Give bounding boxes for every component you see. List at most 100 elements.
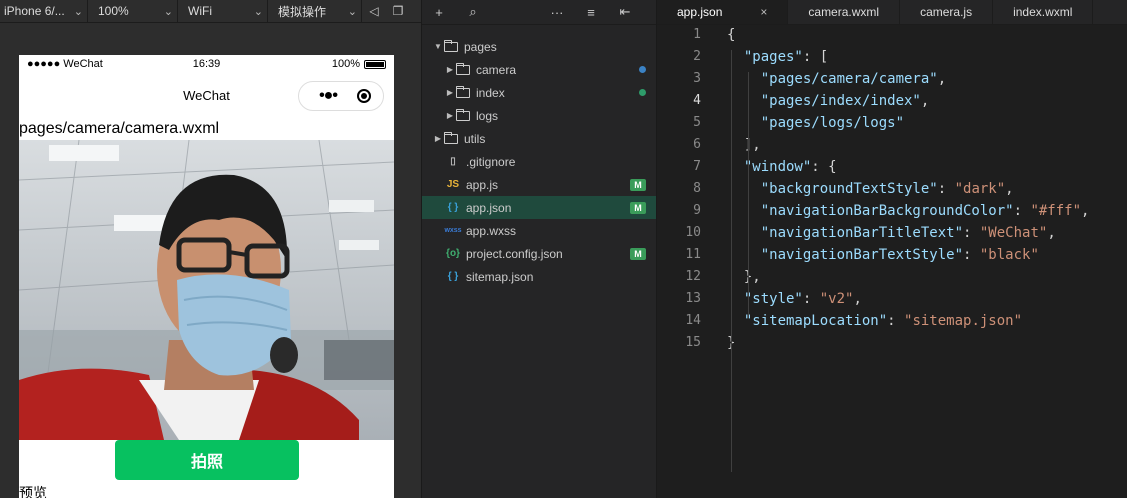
more-icon[interactable]: •●• — [299, 87, 357, 105]
chevron-right-icon: ▶ — [446, 88, 454, 97]
code-line: 11 "navigationBarTextStyle": "black" — [657, 244, 1127, 266]
chevron-right-icon: ▶ — [446, 65, 454, 74]
file-tree: ▼ pages ▶ camera ▶ index ▶ logs ▶ utils ▯ .gitignor… — [422, 35, 656, 288]
file-explorer: + ⌕ ··· ≡ ⇤ ▼ pages ▶ camera ▶ index ▶ logs ▶ uti… — [422, 0, 657, 498]
file-tree-item-label: pages — [464, 39, 497, 54]
add-file-icon[interactable]: + — [422, 5, 456, 20]
line-number: 3 — [693, 71, 701, 86]
line-number: 14 — [685, 313, 701, 328]
code-line: 3 "pages/camera/camera", — [657, 68, 1127, 90]
code-text: "window": { — [743, 159, 837, 175]
file-tree-item-label: utils — [464, 131, 486, 146]
chevron-right-icon: ▶ — [446, 111, 454, 120]
line-number: 1 — [693, 27, 701, 42]
folder-icon — [456, 85, 470, 98]
explorer-toolbar: + ⌕ ··· ≡ ⇤ — [422, 0, 656, 25]
git-status-dot — [639, 89, 646, 96]
window-icon[interactable]: ❐ — [386, 4, 410, 18]
js-file-icon: JS — [446, 179, 460, 190]
chevron-right-icon: ▶ — [434, 134, 442, 143]
close-icon[interactable]: × — [760, 5, 767, 19]
indent-guide — [731, 50, 732, 472]
git-modified-badge: M — [630, 247, 646, 260]
code-text: "pages/camera/camera", — [760, 71, 947, 87]
file-icon: ▯ — [450, 156, 456, 167]
operation-select[interactable]: 模拟操作 ⌄ — [268, 0, 362, 22]
editor-tab[interactable]: index.wxml — [993, 0, 1094, 24]
code-text: "navigationBarBackgroundColor": "#fff", — [760, 203, 1090, 219]
page-path-text: pages/camera/camera.wxml — [19, 120, 220, 137]
file-tree-item[interactable]: ▶ index — [422, 81, 656, 104]
file-tree-item-label: index — [476, 85, 505, 100]
close-miniprogram-icon[interactable] — [357, 89, 371, 103]
folder-icon — [456, 62, 470, 75]
chevron-down-icon: ⌄ — [347, 5, 357, 18]
simulator-toolbar: iPhone 6/... ⌄ 100% ⌄ WiFi ⌄ 模拟操作 ⌄ ◁ ❐ — [0, 0, 421, 23]
preview-label: 预览 — [19, 485, 47, 498]
file-tree-item-label: camera — [476, 62, 517, 77]
editor-tab[interactable]: camera.wxml — [788, 0, 901, 24]
file-tree-item-label: app.js — [466, 177, 499, 192]
nav-title: WeChat — [183, 88, 230, 103]
zoom-select[interactable]: 100% ⌄ — [88, 0, 178, 22]
editor-tab-label: camera.wxml — [808, 5, 880, 19]
collapse-icon[interactable]: ⇤ — [608, 4, 642, 20]
device-label: iPhone 6/... — [4, 4, 65, 18]
code-line: 4 "pages/index/index", — [657, 90, 1127, 112]
code-text: "pages": [ — [743, 49, 829, 65]
line-number: 11 — [685, 247, 701, 262]
file-tree-item-label: sitemap.json — [466, 269, 534, 284]
file-tree-item[interactable]: ▶ camera — [422, 58, 656, 81]
editor-tab[interactable]: camera.js — [900, 0, 994, 24]
status-bar: ●●●●● WeChat 16:39 100% — [19, 55, 394, 73]
code-text: ], — [727, 137, 761, 153]
line-number: 4 — [693, 93, 701, 108]
json-file-icon: { } — [447, 202, 459, 213]
network-label: WiFi — [188, 4, 212, 18]
folder-icon — [444, 131, 458, 144]
code-text: "pages/index/index", — [760, 93, 930, 109]
code-line: 14 "sitemapLocation": "sitemap.json" — [657, 310, 1127, 332]
line-number: 2 — [693, 49, 701, 64]
code-area[interactable]: 1{2 "pages": [3 "pages/camera/camera", 4 … — [657, 24, 1127, 498]
code-text: { — [727, 27, 736, 43]
camera-preview — [19, 140, 394, 440]
file-tree-item[interactable]: JS app.js M — [422, 173, 656, 196]
file-tree-item[interactable]: { } sitemap.json — [422, 265, 656, 288]
chevron-down-icon: ⌄ — [253, 5, 263, 18]
file-tree-item[interactable]: ▯ .gitignore — [422, 150, 656, 173]
file-tree-item[interactable]: ▼ pages — [422, 35, 656, 58]
line-number: 6 — [693, 137, 701, 152]
camera-image — [19, 140, 394, 440]
sort-icon[interactable]: ≡ — [574, 5, 608, 20]
chevron-down-icon: ▼ — [434, 42, 442, 51]
code-text: "pages/logs/logs" — [760, 115, 905, 131]
file-tree-item[interactable]: ▶ utils — [422, 127, 656, 150]
more-options-icon[interactable]: ··· — [540, 5, 574, 20]
code-line: 2 "pages": [ — [657, 46, 1127, 68]
line-number: 13 — [685, 291, 701, 306]
speaker-icon[interactable]: ◁ — [362, 4, 386, 18]
file-tree-item[interactable]: wxss app.wxss — [422, 219, 656, 242]
code-line: 10 "navigationBarTitleText": "WeChat", — [657, 222, 1127, 244]
file-tree-item[interactable]: {o} project.config.json M — [422, 242, 656, 265]
code-text: "navigationBarTextStyle": "black" — [760, 247, 1039, 263]
file-tree-item-label: .gitignore — [466, 154, 516, 169]
line-number: 7 — [693, 159, 701, 174]
indent-guide — [748, 204, 749, 318]
folder-icon — [444, 39, 458, 52]
phone-screen: ●●●●● WeChat 16:39 100% WeChat •●• pages… — [19, 55, 394, 498]
take-photo-button[interactable]: 拍照 — [115, 440, 299, 480]
code-editor: app.json × camera.wxml camera.js index.wxml … — [657, 0, 1127, 498]
file-tree-item[interactable]: { } app.json M — [422, 196, 656, 219]
line-number: 8 — [693, 181, 701, 196]
line-number: 15 — [685, 335, 701, 350]
search-icon[interactable]: ⌕ — [456, 4, 490, 20]
clock: 16:39 — [192, 58, 221, 70]
editor-tab[interactable]: app.json × — [657, 0, 789, 24]
code-line: 5 "pages/logs/logs" — [657, 112, 1127, 134]
chevron-down-icon: ⌄ — [73, 5, 83, 18]
device-select[interactable]: iPhone 6/... ⌄ — [0, 0, 88, 22]
network-select[interactable]: WiFi ⌄ — [178, 0, 268, 22]
file-tree-item[interactable]: ▶ logs — [422, 104, 656, 127]
